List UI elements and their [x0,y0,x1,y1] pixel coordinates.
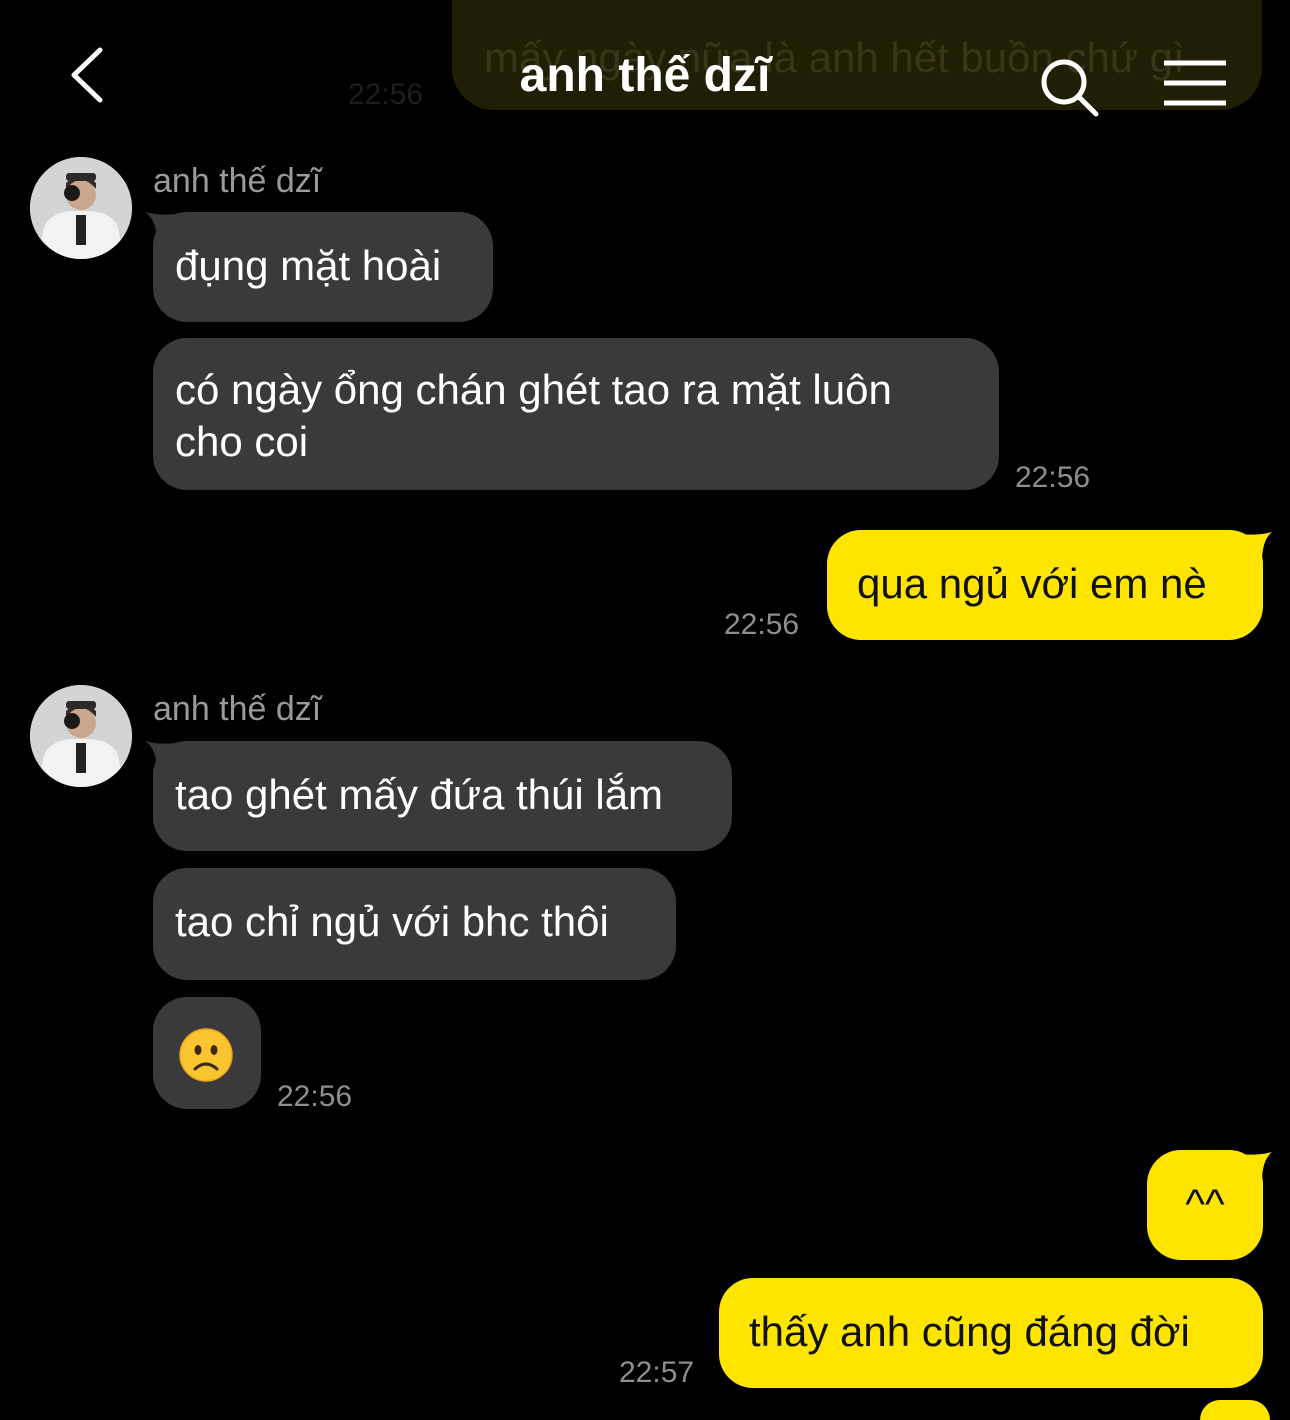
message-text: thấy anh cũng đáng đời [749,1308,1190,1355]
outgoing-message-bubble[interactable]: qua ngủ với em nè [827,530,1263,640]
message-text: ^^ [1185,1180,1225,1227]
hamburger-menu-icon [1164,60,1226,106]
message-time: 22:56 [277,1080,353,1113]
menu-button[interactable] [1160,58,1230,112]
message-text: qua ngủ với em nè [857,560,1207,607]
avatar-image [30,157,132,259]
outgoing-bubble-tail [1240,532,1272,562]
message-text: tao chỉ ngủ với bhc thôi [175,898,609,945]
incoming-message-bubble[interactable]: đụng mặt hoài [153,212,493,322]
avatar[interactable] [30,685,132,787]
sender-name: anh thế dzĩ [153,162,322,200]
next-outgoing-bubble-edge [1200,1400,1270,1420]
incoming-message-bubble[interactable]: tao ghét mấy đứa thúi lắm [153,741,732,851]
search-button[interactable] [1036,54,1102,120]
incoming-emoji-bubble[interactable] [153,997,261,1109]
outgoing-bubble-tail [1240,1152,1272,1182]
message-text: tao ghét mấy đứa thúi lắm [175,771,664,818]
outgoing-message-bubble[interactable]: thấy anh cũng đáng đời [719,1278,1263,1388]
message-time: 22:56 [724,608,800,641]
incoming-message-bubble[interactable]: có ngày ổng chán ghét tao ra mặt luôn ch… [153,338,999,490]
avatar-image [30,685,132,787]
message-text-line: có ngày ổng chán ghét tao ra mặt luôn [175,366,892,413]
incoming-message-bubble[interactable]: tao chỉ ngủ với bhc thôi [153,868,676,980]
message-time: 22:56 [1015,461,1091,494]
message-text: đụng mặt hoài [175,242,442,289]
message-text-line: cho coi [175,418,309,465]
frowning-face-emoji-icon [179,1028,233,1082]
sender-name: anh thế dzĩ [153,690,322,728]
search-icon [1041,59,1099,117]
message-time: 22:57 [619,1356,695,1389]
avatar[interactable] [30,157,132,259]
